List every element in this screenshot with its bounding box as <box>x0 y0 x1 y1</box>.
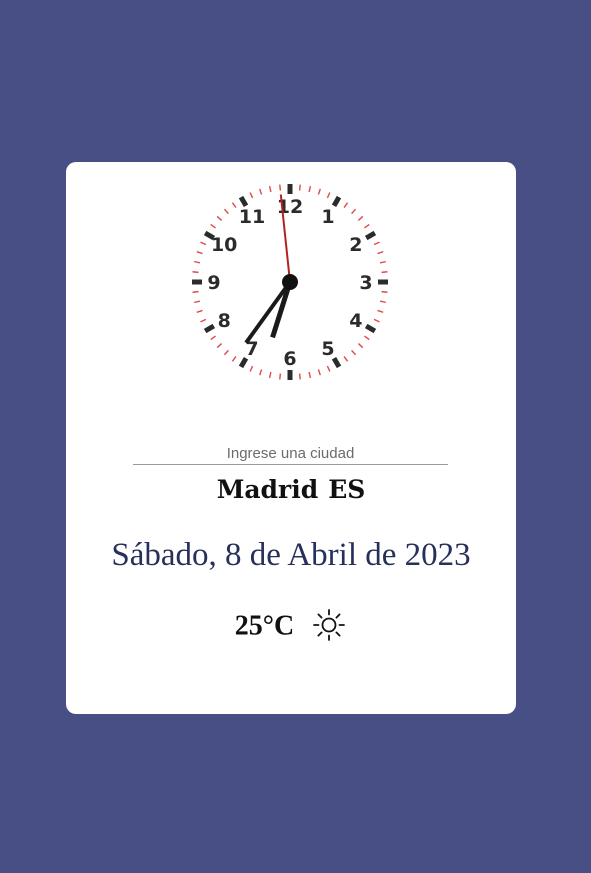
minor-tick <box>192 271 199 274</box>
clock-numeral: 8 <box>218 310 231 332</box>
minor-tick <box>268 371 272 379</box>
minor-tick <box>200 241 207 246</box>
minor-tick <box>377 251 384 255</box>
major-tick <box>364 323 377 334</box>
temperature-text: 25°C <box>234 610 295 642</box>
minor-tick <box>196 251 203 255</box>
minor-tick <box>298 184 301 191</box>
minor-tick <box>223 208 229 215</box>
minor-tick <box>259 369 263 376</box>
minor-tick <box>343 356 349 362</box>
minor-tick <box>351 208 357 215</box>
minor-tick <box>373 318 380 323</box>
city-name: Madrid <box>216 475 319 504</box>
minor-tick <box>193 300 201 304</box>
minor-tick <box>249 192 254 199</box>
minor-tick <box>216 343 223 349</box>
clock-center-pin <box>282 274 298 290</box>
date-text: Sábado, 8 de Abril de 2023 <box>111 537 471 573</box>
minor-tick <box>379 260 387 264</box>
minor-tick <box>377 309 384 313</box>
major-tick <box>238 195 249 208</box>
minor-tick <box>200 318 207 323</box>
minor-tick <box>298 373 301 380</box>
minor-tick <box>364 223 370 229</box>
minor-tick <box>279 184 282 191</box>
clock-numeral: 4 <box>349 310 362 332</box>
minor-tick <box>308 185 312 193</box>
minute-hand <box>244 280 292 344</box>
clock-numeral: 3 <box>359 272 372 294</box>
minor-tick <box>196 309 203 313</box>
clock-numeral: 6 <box>283 348 296 370</box>
minor-tick <box>231 202 237 208</box>
hour-hand <box>270 281 293 339</box>
minor-tick <box>364 335 370 341</box>
minor-tick <box>259 188 263 195</box>
clock-numeral: 10 <box>211 234 237 256</box>
minor-tick <box>381 290 388 293</box>
country-code: ES <box>328 475 366 504</box>
minor-tick <box>317 188 321 195</box>
minor-tick <box>223 349 229 356</box>
minor-tick <box>357 215 364 221</box>
minor-tick <box>317 369 321 376</box>
major-tick <box>203 323 216 334</box>
major-tick <box>331 356 342 369</box>
clock-numeral: 1 <box>321 206 334 228</box>
sun-icon <box>311 607 347 643</box>
minor-tick <box>192 290 199 293</box>
clock-face: 12 1234567891011 <box>192 184 388 380</box>
analog-clock: 12 1 2 3 4 5 6 7 8 9 10 11 <box>190 182 390 382</box>
minor-tick <box>379 300 387 304</box>
clock-numeral: 11 <box>239 206 265 228</box>
minor-tick <box>343 202 349 208</box>
location-heading: Madrid ES <box>66 475 516 504</box>
weather-card: 121234567891011 MadridES Sábado, 8 de Ab… <box>66 162 516 714</box>
minor-tick <box>231 356 237 362</box>
minor-tick <box>381 271 388 274</box>
minor-tick <box>326 365 331 372</box>
minor-tick <box>193 260 201 264</box>
minor-tick <box>279 373 282 380</box>
major-tick <box>364 230 377 241</box>
city-search-input[interactable] <box>133 442 448 465</box>
minor-tick <box>216 215 223 221</box>
minor-tick <box>326 192 331 199</box>
minor-tick <box>249 365 254 372</box>
minor-tick <box>308 371 312 379</box>
weather-summary: 25°C <box>66 607 516 646</box>
minor-tick <box>210 223 216 229</box>
minor-tick <box>373 241 380 246</box>
clock-numeral: 5 <box>321 338 334 360</box>
clock-numeral: 9 <box>207 272 220 294</box>
minor-tick <box>351 349 357 356</box>
minor-tick <box>357 343 364 349</box>
minor-tick <box>210 335 216 341</box>
clock-numeral: 2 <box>349 234 362 256</box>
minor-tick <box>268 185 272 193</box>
major-tick <box>331 195 342 208</box>
